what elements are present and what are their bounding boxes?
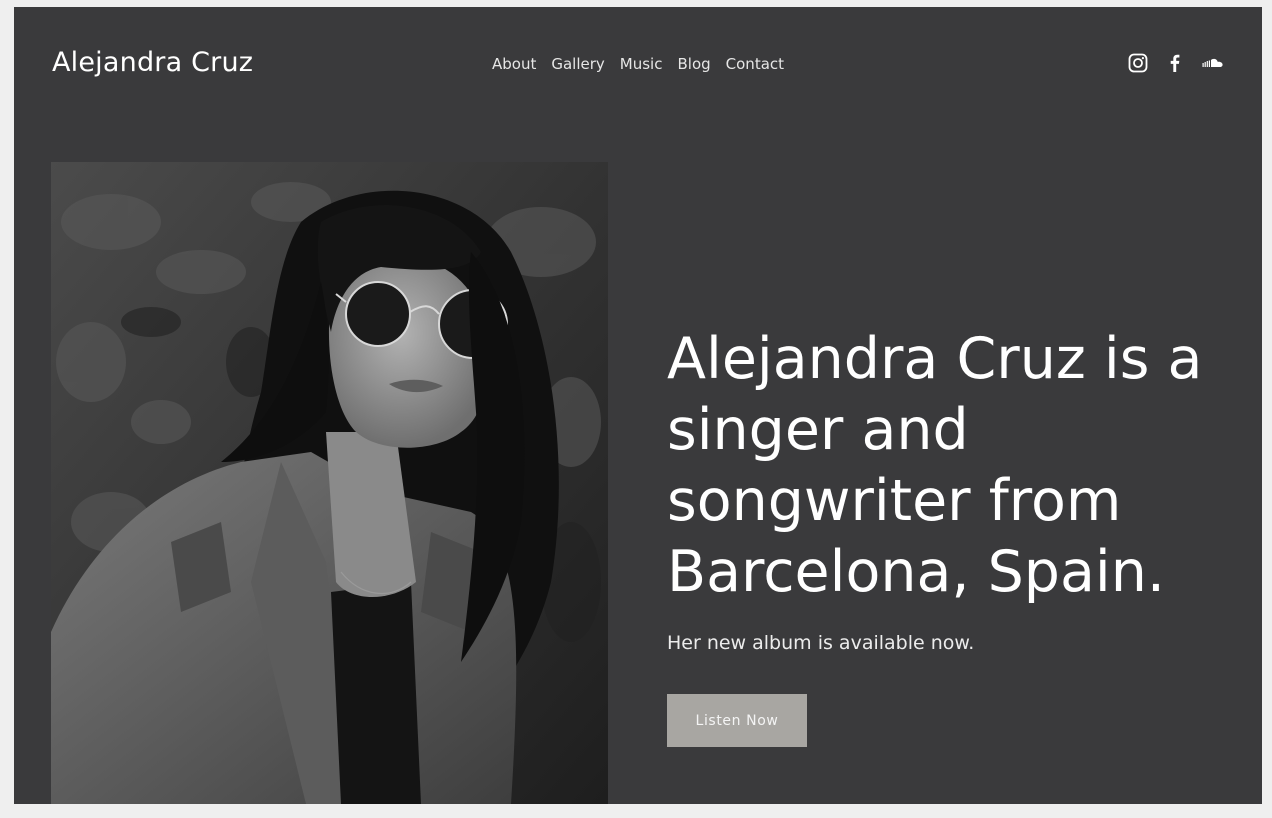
main-nav: About Gallery Music Blog Contact [492,55,784,73]
nav-link-music[interactable]: Music [620,55,663,73]
nav-link-gallery[interactable]: Gallery [551,55,604,73]
nav-link-blog[interactable]: Blog [677,55,710,73]
nav-link-contact[interactable]: Contact [726,55,784,73]
social-links [1128,53,1223,73]
facebook-icon[interactable] [1165,53,1185,73]
nav-link-about[interactable]: About [492,55,536,73]
page: Alejandra Cruz About Gallery Music Blog … [14,7,1262,804]
hero-subtext: Her new album is available now. [667,632,975,654]
artist-photo [51,162,608,804]
listen-now-button[interactable]: Listen Now [667,694,807,747]
soundcloud-icon[interactable] [1202,53,1223,73]
site-title[interactable]: Alejandra Cruz [52,47,253,78]
hero-headline: Alejandra Cruz is a singer and songwrite… [667,326,1203,605]
instagram-icon[interactable] [1128,53,1148,73]
